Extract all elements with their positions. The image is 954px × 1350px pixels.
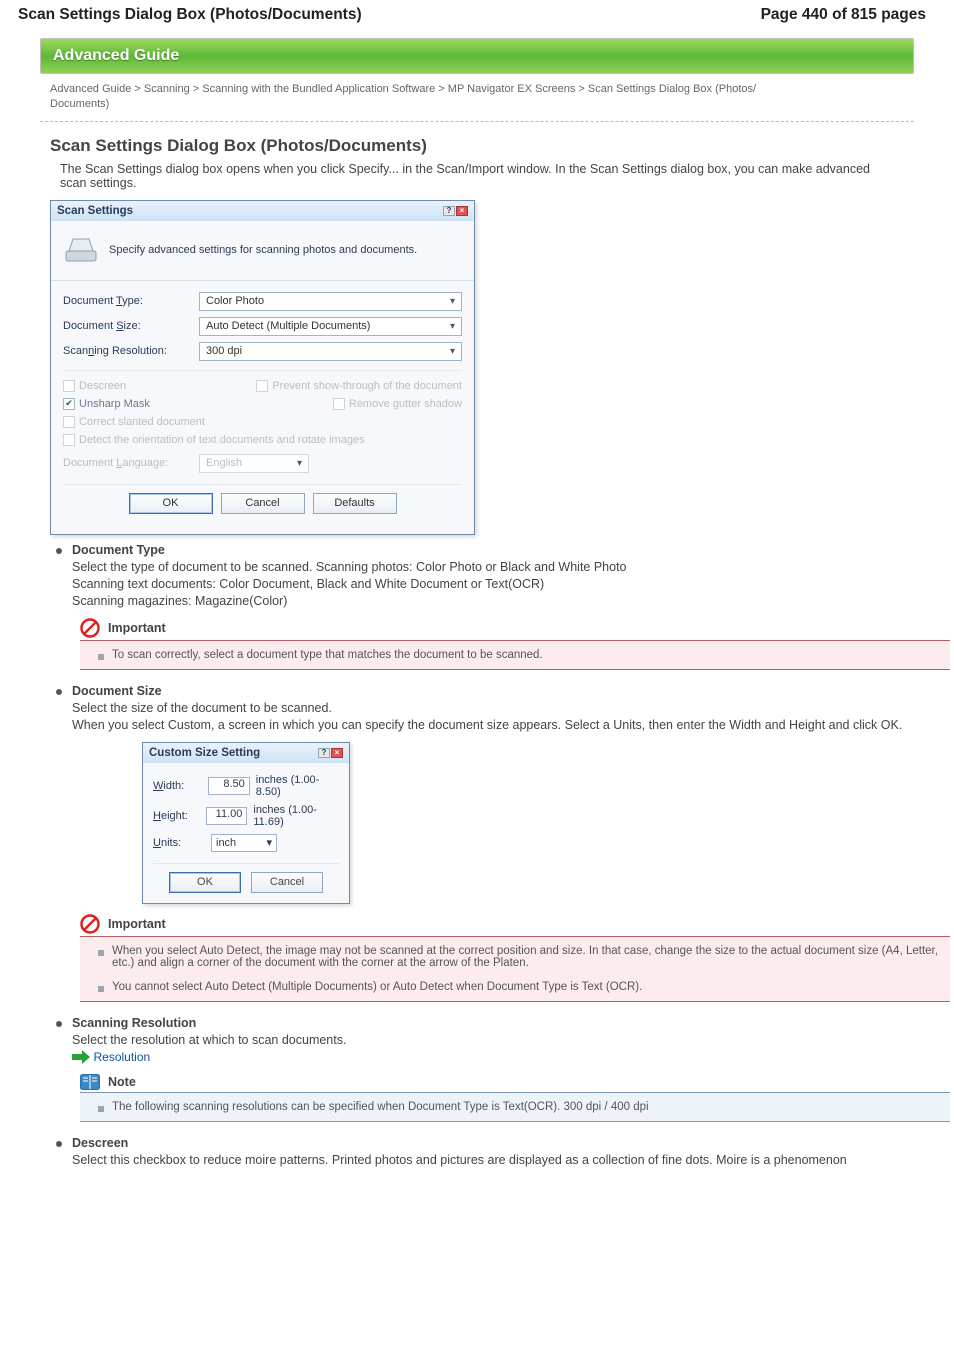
height-label: Height: [153, 810, 200, 822]
note-item: The following scanning resolutions can b… [112, 1101, 649, 1113]
scan-settings-dialog: Scan Settings ? × Specify advanced setti… [50, 200, 475, 535]
width-input[interactable]: 8.50 [208, 777, 250, 795]
scan-resolution-select[interactable]: 300 dpi▾ [199, 342, 462, 361]
intro-text: The Scan Settings dialog box opens when … [60, 162, 894, 190]
custom-ok-button[interactable]: OK [169, 872, 241, 893]
doc-type-label: Document Type: [63, 295, 191, 307]
custom-size-title: Custom Size Setting [149, 747, 260, 759]
chevron-down-icon: ▾ [450, 318, 455, 335]
scan-res-heading: Scanning Resolution [72, 1016, 950, 1030]
unsharp-mask-checkbox[interactable]: Unsharp Mask [63, 398, 150, 410]
descreen-text: Select this checkbox to reduce moire pat… [72, 1153, 914, 1167]
bullet-icon [56, 689, 62, 695]
custom-cancel-button[interactable]: Cancel [251, 872, 323, 893]
doc-size-text-1: Select the size of the document to be sc… [72, 701, 950, 715]
units-select[interactable]: inch▾ [211, 834, 277, 852]
doc-type-heading: Document Type [72, 543, 950, 557]
scan-resolution-label: Scanning Resolution: [63, 345, 191, 357]
doc-type-text-3: Scanning magazines: Magazine(Color) [72, 594, 950, 608]
doc-language-label: Document Language: [63, 457, 191, 469]
detect-orientation-checkbox[interactable]: Detect the orientation of text documents… [63, 434, 365, 446]
banner-advanced-guide: Advanced Guide [40, 38, 914, 74]
defaults-button[interactable]: Defaults [313, 493, 397, 514]
square-bullet-icon [98, 1106, 104, 1112]
important2-item-2: You cannot select Auto Detect (Multiple … [112, 981, 642, 993]
dialog-head-text: Specify advanced settings for scanning p… [109, 244, 417, 256]
scanner-icon [63, 231, 99, 270]
banner-text: Advanced Guide [53, 47, 179, 65]
descreen-checkbox[interactable]: Descreen [63, 380, 126, 392]
page-count: Page 440 of 815 pages [761, 6, 926, 24]
section-title: Scan Settings Dialog Box (Photos/Documen… [50, 136, 914, 156]
help-icon[interactable]: ? [318, 748, 330, 758]
divider [40, 121, 914, 122]
bullet-icon [56, 1021, 62, 1027]
prohibit-icon [80, 914, 100, 934]
doc-type-select[interactable]: Color Photo▾ [199, 292, 462, 311]
important-title: Important [108, 621, 166, 635]
doc-size-select[interactable]: Auto Detect (Multiple Documents)▾ [199, 317, 462, 336]
cancel-button[interactable]: Cancel [221, 493, 305, 514]
square-bullet-icon [98, 950, 104, 956]
dialog-title: Scan Settings [57, 205, 133, 217]
resolution-link[interactable]: Resolution [93, 1050, 150, 1064]
page-title-left: Scan Settings Dialog Box (Photos/Documen… [18, 6, 362, 24]
important-box-2: When you select Auto Detect, the image m… [80, 936, 950, 1002]
breadcrumb-row-1: Advanced Guide > Scanning > Scanning wit… [50, 82, 914, 97]
doc-size-text-2: When you select Custom, a screen in whic… [72, 718, 950, 732]
bullet-icon [56, 548, 62, 554]
important-item: To scan correctly, select a document typ… [112, 649, 543, 661]
chevron-down-icon: ▾ [297, 455, 302, 472]
doc-language-select: English▾ [199, 454, 309, 473]
arrow-right-icon [72, 1050, 90, 1064]
doc-size-heading: Document Size [72, 684, 950, 698]
square-bullet-icon [98, 986, 104, 992]
doc-type-text-1: Select the type of document to be scanne… [72, 560, 950, 574]
breadcrumb-row-2: Documents) [50, 97, 914, 112]
chevron-down-icon: ▾ [450, 343, 455, 360]
important-title-2: Important [108, 917, 166, 931]
units-label: Units: [153, 837, 205, 849]
height-range: inches (1.00-11.69) [253, 804, 339, 828]
width-label: Width: [153, 780, 202, 792]
important-box: To scan correctly, select a document typ… [80, 640, 950, 670]
chevron-down-icon: ▾ [450, 293, 455, 310]
remove-gutter-shadow-checkbox[interactable]: Remove gutter shadow [333, 398, 462, 410]
close-icon[interactable]: × [456, 206, 468, 216]
scan-res-text: Select the resolution at which to scan d… [72, 1033, 950, 1047]
correct-slanted-checkbox[interactable]: Correct slanted document [63, 416, 205, 428]
breadcrumb: Advanced Guide > Scanning > Scanning wit… [50, 82, 914, 113]
doc-size-label: Document Size: [63, 320, 191, 332]
chevron-down-icon: ▾ [266, 836, 272, 849]
important2-item-1: When you select Auto Detect, the image m… [112, 945, 938, 969]
note-icon [80, 1074, 100, 1090]
descreen-heading: Descreen [72, 1136, 914, 1150]
bullet-icon [56, 1141, 62, 1147]
help-icon[interactable]: ? [443, 206, 455, 216]
note-title: Note [108, 1075, 136, 1089]
custom-size-dialog: Custom Size Setting ? × Width: 8.50 inch… [142, 742, 350, 904]
height-input[interactable]: 11.00 [206, 807, 247, 825]
note-box: The following scanning resolutions can b… [80, 1092, 950, 1122]
square-bullet-icon [98, 654, 104, 660]
ok-button[interactable]: OK [129, 493, 213, 514]
width-range: inches (1.00-8.50) [256, 774, 339, 798]
doc-type-text-2: Scanning text documents: Color Document,… [72, 577, 950, 591]
close-icon[interactable]: × [331, 748, 343, 758]
prohibit-icon [80, 618, 100, 638]
prevent-showthrough-checkbox[interactable]: Prevent show-through of the document [256, 380, 462, 392]
